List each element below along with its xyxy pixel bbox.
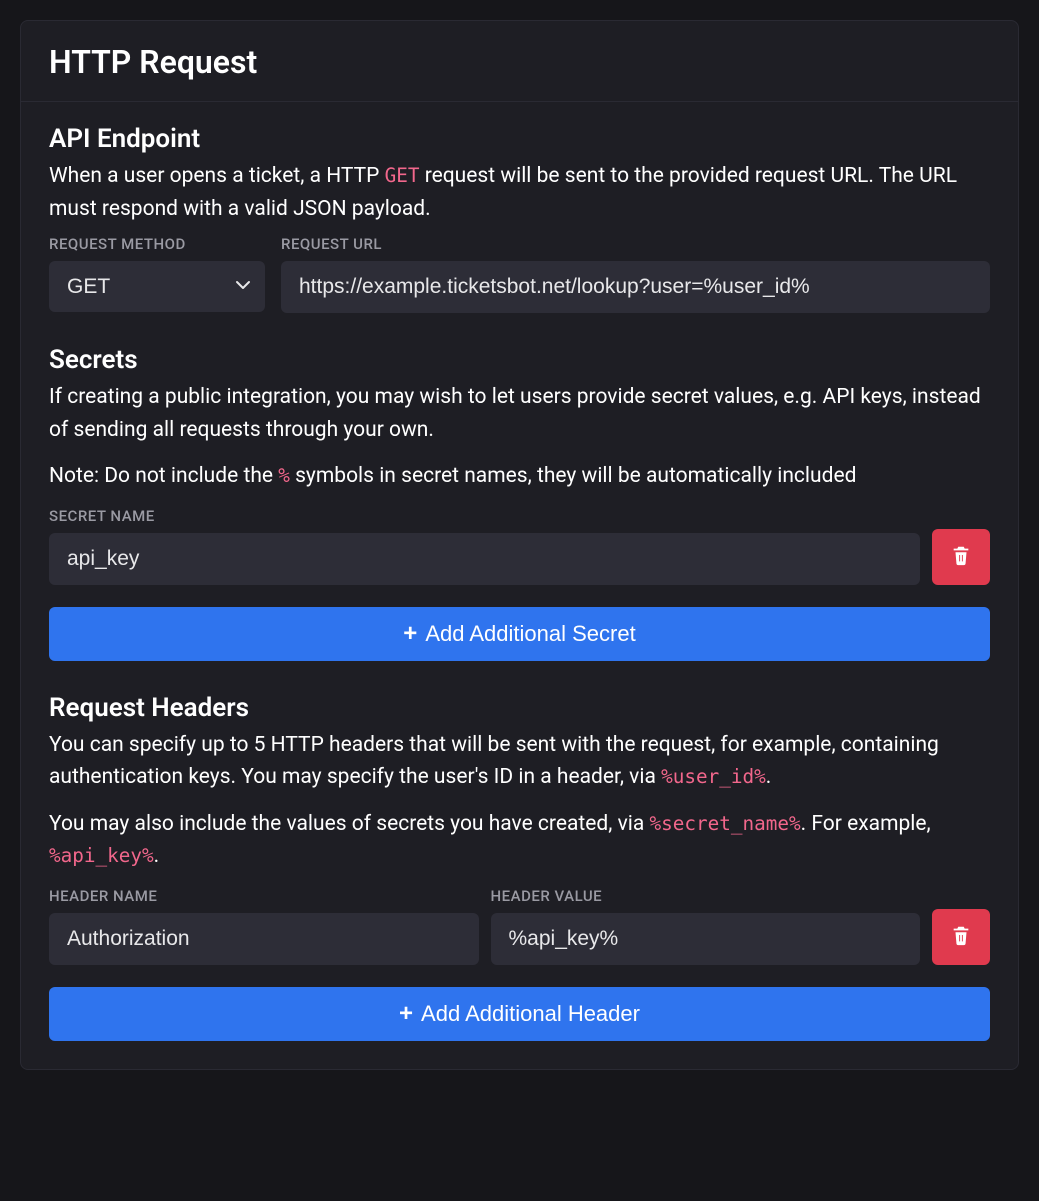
headers-description-1: You can specify up to 5 HTTP headers tha… (49, 729, 990, 794)
request-method-label: Request Method (49, 235, 265, 253)
trash-icon (950, 923, 972, 950)
secret-name-label: Secret Name (49, 507, 920, 525)
secrets-title: Secrets (49, 345, 990, 375)
delete-header-button[interactable] (932, 909, 990, 965)
request-url-input[interactable] (281, 261, 990, 313)
card-title: HTTP Request (21, 21, 1018, 102)
secrets-description-2: Note: Do not include the % symbols in se… (49, 460, 990, 493)
add-secret-button[interactable]: + Add Additional Secret (49, 607, 990, 661)
inline-code-user-id: %user_id% (661, 765, 766, 788)
header-name-label: Header Name (49, 887, 479, 905)
endpoint-description: When a user opens a ticket, a HTTP GET r… (49, 160, 990, 225)
request-url-label: Request URL (281, 235, 990, 253)
http-request-card: HTTP Request API Endpoint When a user op… (20, 20, 1019, 1070)
delete-secret-button[interactable] (932, 529, 990, 585)
add-header-button[interactable]: + Add Additional Header (49, 987, 990, 1041)
secrets-section: Secrets If creating a public integration… (49, 345, 990, 661)
api-endpoint-section: API Endpoint When a user opens a ticket,… (49, 124, 990, 313)
inline-code-secret-name: %secret_name% (650, 812, 801, 835)
headers-title: Request Headers (49, 693, 990, 723)
plus-icon: + (403, 622, 417, 646)
request-method-select[interactable]: GET (49, 261, 265, 312)
header-value-label: Header Value (491, 887, 921, 905)
secret-name-input[interactable] (49, 533, 920, 585)
inline-code-get: GET (385, 164, 420, 187)
inline-code-api-key: %api_key% (49, 844, 154, 867)
header-name-input[interactable] (49, 913, 479, 965)
secrets-description-1: If creating a public integration, you ma… (49, 381, 990, 446)
headers-section: Request Headers You can specify up to 5 … (49, 693, 990, 1041)
endpoint-title: API Endpoint (49, 124, 990, 154)
inline-code-percent: % (278, 464, 290, 487)
trash-icon (950, 543, 972, 570)
header-value-input[interactable] (491, 913, 921, 965)
headers-description-2: You may also include the values of secre… (49, 808, 990, 873)
plus-icon: + (399, 1002, 413, 1026)
